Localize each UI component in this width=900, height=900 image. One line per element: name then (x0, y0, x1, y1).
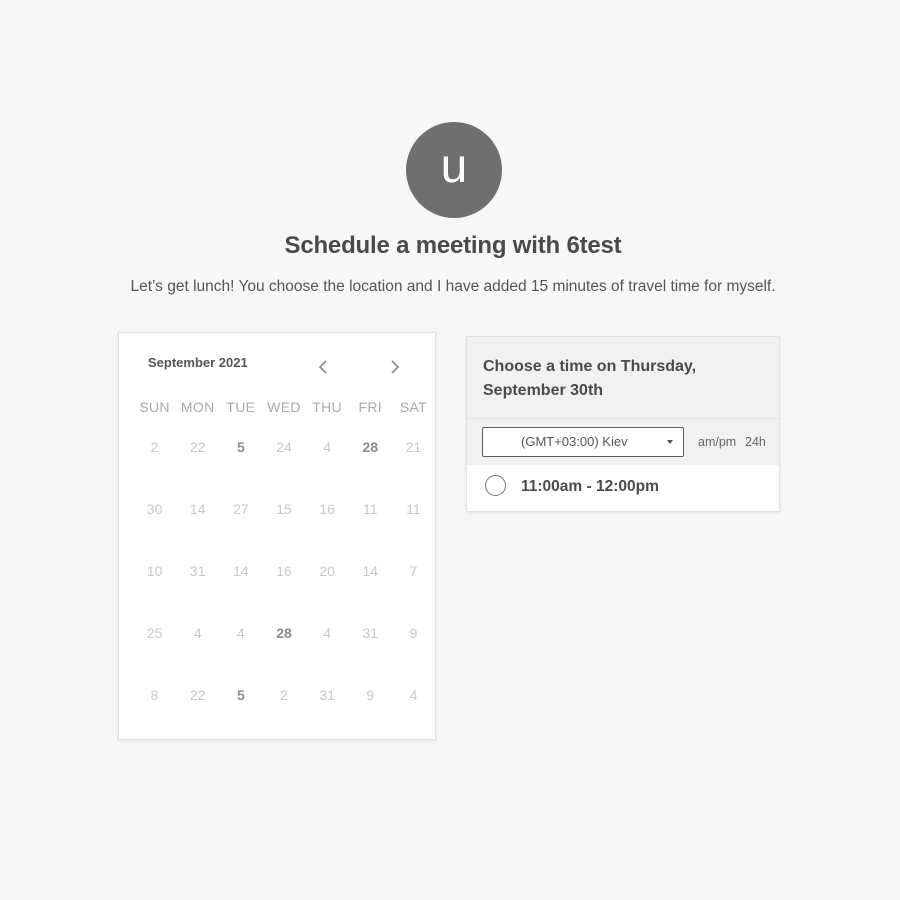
calendar-day[interactable]: 24 (262, 423, 305, 485)
calendar-day[interactable]: 25 (133, 609, 176, 671)
time-slot-radio[interactable] (485, 475, 506, 496)
calendar-day[interactable]: 31 (349, 609, 392, 671)
calendar-day[interactable]: 27 (219, 485, 262, 547)
calendar-grid: SUN MON TUE WED THU FRI SAT 2 22 5 24 4 28 21 30 14 27 15… (133, 399, 435, 733)
time-slot-label: 11:00am - 12:00pm (521, 478, 659, 495)
calendar-day[interactable]: 9 (349, 671, 392, 733)
time-card-header: Choose a time on Thursday, September 30t… (467, 337, 779, 419)
weekday-header: WED (267, 399, 301, 415)
calendar-day[interactable]: 30 (133, 485, 176, 547)
chevron-right-icon (391, 360, 400, 374)
timezone-row: (GMT+03:00) Kiev am/pm 24h (467, 419, 779, 465)
calendar-day[interactable]: 7 (392, 547, 435, 609)
weekday-header: FRI (358, 399, 382, 415)
calendar-prev-month-button[interactable] (311, 355, 335, 379)
scheduling-page: u Schedule a meeting with 6test Let’s ge… (0, 0, 900, 900)
calendar-month-label: September 2021 (148, 355, 248, 370)
calendar-day[interactable]: 31 (306, 671, 349, 733)
calendar-day[interactable]: 8 (133, 671, 176, 733)
calendar-day[interactable]: 4 (219, 609, 262, 671)
calendar-day[interactable]: 2 (133, 423, 176, 485)
calendar-day[interactable]: 5 (219, 671, 262, 733)
calendar-day[interactable]: 14 (219, 547, 262, 609)
avatar: u (406, 122, 502, 218)
calendar-day[interactable]: 2 (262, 671, 305, 733)
calendar-day[interactable]: 16 (262, 547, 305, 609)
calendar-day[interactable]: 20 (306, 547, 349, 609)
weekday-header: MON (180, 399, 215, 415)
timezone-select[interactable]: (GMT+03:00) Kiev (482, 427, 684, 457)
calendar-day[interactable]: 14 (176, 485, 219, 547)
calendar-day[interactable]: 4 (306, 423, 349, 485)
caret-down-icon (667, 440, 673, 444)
calendar-day[interactable]: 15 (262, 485, 305, 547)
time-slot[interactable]: 11:00am - 12:00pm (467, 465, 779, 511)
chevron-left-icon (318, 360, 327, 374)
calendar-day[interactable]: 10 (133, 547, 176, 609)
time-format-24h-toggle[interactable]: 24h (745, 435, 766, 449)
calendar-day[interactable]: 14 (349, 547, 392, 609)
timezone-selected-value: (GMT+03:00) Kiev (521, 434, 628, 449)
weekday-header: SUN (139, 399, 170, 415)
calendar-day[interactable]: 11 (392, 485, 435, 547)
page-title: Schedule a meeting with 6test (284, 232, 622, 259)
page-subtitle: Let’s get lunch! You choose the location… (130, 278, 776, 295)
avatar-initial: u (440, 140, 468, 193)
weekday-header: TUE (226, 399, 256, 415)
time-format-ampm-toggle[interactable]: am/pm (698, 435, 736, 449)
weekday-header: THU (312, 399, 342, 415)
time-card-heading: Choose a time on Thursday, September 30t… (483, 358, 697, 399)
calendar-day[interactable]: 4 (176, 609, 219, 671)
calendar-day[interactable]: 28 (349, 423, 392, 485)
calendar-day[interactable]: 16 (306, 485, 349, 547)
calendar-next-month-button[interactable] (383, 355, 407, 379)
calendar-day[interactable]: 9 (392, 609, 435, 671)
weekday-header: SAT (399, 399, 427, 415)
calendar-day[interactable]: 21 (392, 423, 435, 485)
calendar-day[interactable]: 22 (176, 671, 219, 733)
calendar-day[interactable]: 28 (262, 609, 305, 671)
calendar-day[interactable]: 4 (306, 609, 349, 671)
calendar-day[interactable]: 11 (349, 485, 392, 547)
calendar-day[interactable]: 5 (219, 423, 262, 485)
time-selection-card: Choose a time on Thursday, September 30t… (466, 336, 780, 512)
calendar-day[interactable]: 22 (176, 423, 219, 485)
calendar-day[interactable]: 31 (176, 547, 219, 609)
calendar-day[interactable]: 4 (392, 671, 435, 733)
calendar-card: September 2021 SUN MON TUE WED THU FRI SAT 2 22 5… (118, 332, 436, 740)
